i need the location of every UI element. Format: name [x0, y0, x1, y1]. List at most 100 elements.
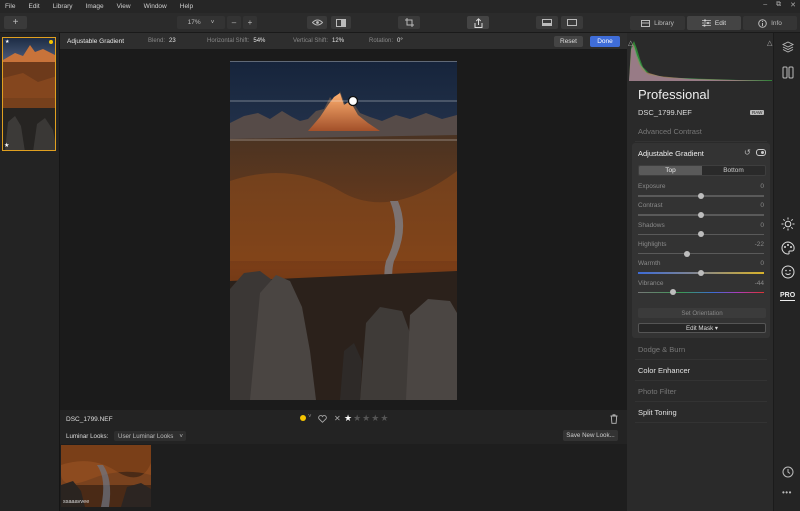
slider-handle[interactable]: [698, 212, 704, 218]
image-info-bar: DSC_1799.NEF ˅ ✕ ★★★★★: [60, 410, 627, 428]
rating-star-icon[interactable]: ★: [344, 413, 353, 423]
tab-info[interactable]: Info: [743, 16, 797, 30]
blend-field[interactable]: Blend: 23: [148, 38, 176, 44]
restore-button[interactable]: ⧉: [776, 1, 781, 9]
slider-contrast[interactable]: [638, 212, 764, 218]
menu-window[interactable]: Window: [144, 3, 167, 10]
look-thumbnail[interactable]: ssaaavvee: [61, 445, 151, 507]
reset-button[interactable]: Reset: [554, 36, 583, 47]
add-images-button[interactable]: +: [4, 16, 27, 29]
tab-edit-label: Edit: [714, 19, 727, 27]
share-button[interactable]: [467, 16, 489, 29]
edit-mask-button[interactable]: Edit Mask ▾: [638, 323, 766, 333]
slider-shadows[interactable]: [638, 231, 764, 238]
tab-bottom[interactable]: Bottom: [702, 166, 765, 175]
looks-category-select[interactable]: User Luminar Looks ˅: [114, 431, 186, 441]
palette-icon[interactable]: [781, 241, 795, 255]
menu-view[interactable]: View: [117, 3, 131, 10]
filter-split-toning[interactable]: Split Toning: [638, 408, 677, 417]
color-label-dot-icon[interactable]: [300, 415, 306, 421]
slider-value-highlights: -22: [754, 240, 764, 248]
save-new-look-button[interactable]: Save New Look...: [563, 430, 618, 441]
divider: [635, 380, 767, 381]
slider-handle[interactable]: [684, 250, 691, 257]
histogram: [629, 41, 772, 81]
filmstrip-thumbnail[interactable]: ★ ★: [2, 37, 56, 151]
workspace-title[interactable]: Professional: [638, 87, 710, 102]
vertical-shift-field[interactable]: Vertical Shift: 12%: [293, 38, 344, 44]
rotation-value: 0°: [397, 38, 403, 44]
history-icon[interactable]: [782, 466, 794, 478]
reject-icon[interactable]: ✕: [334, 414, 341, 423]
preview-button[interactable]: [307, 16, 327, 29]
highlight-clipping-icon[interactable]: △: [767, 39, 772, 47]
done-button[interactable]: Done: [590, 36, 620, 47]
zoom-select[interactable]: 17% ˅: [177, 16, 225, 29]
pro-badge[interactable]: PRO: [780, 292, 796, 301]
slider-highlights[interactable]: [638, 250, 764, 257]
slider-warmth[interactable]: [638, 269, 764, 276]
chevron-down-icon[interactable]: ˅: [308, 414, 312, 420]
tab-top[interactable]: Top: [639, 166, 702, 175]
filter-title[interactable]: Adjustable Gradient: [638, 149, 704, 158]
rating-star-icon[interactable]: ★: [380, 413, 389, 423]
slider-label-vibrance: Vibrance: [638, 279, 664, 287]
slider-vibrance[interactable]: [638, 289, 764, 296]
rating-star-icon[interactable]: ★: [371, 413, 380, 423]
crop-button[interactable]: [398, 16, 420, 29]
rating-star-icon[interactable]: ★: [353, 413, 362, 423]
shadow-clipping-icon[interactable]: △: [628, 39, 633, 47]
toggle-filter-icon[interactable]: [756, 149, 766, 156]
layers-icon[interactable]: [782, 41, 794, 53]
looks-bar: Luminar Looks: User Luminar Looks ˅ Save…: [60, 428, 627, 444]
rotation-field[interactable]: Rotation: 0°: [369, 38, 403, 44]
reset-filter-icon[interactable]: ↺: [744, 148, 751, 157]
filter-list: Dodge & Burn Color Enhancer Photo Filter…: [627, 340, 773, 430]
tab-edit[interactable]: Edit: [687, 16, 741, 30]
looks-strip: ssaaavvee: [60, 444, 627, 511]
sun-icon[interactable]: [781, 217, 795, 231]
slider-value-warmth: 0: [760, 260, 764, 268]
zoom-out-button[interactable]: –: [227, 16, 241, 29]
filter-dodge-burn[interactable]: Dodge & Burn: [638, 345, 685, 354]
heart-icon[interactable]: [318, 415, 327, 423]
chevron-down-icon: ˅: [179, 432, 183, 440]
rating-star-icon[interactable]: ★: [362, 413, 371, 423]
trash-icon[interactable]: [610, 414, 618, 424]
tab-library[interactable]: Library: [630, 16, 685, 30]
eye-icon: [311, 19, 323, 26]
star-rating[interactable]: ★★★★★: [344, 413, 389, 424]
photo-preview[interactable]: [230, 61, 457, 400]
single-view-icon: [542, 19, 552, 26]
compare-button[interactable]: [331, 16, 351, 29]
slider-handle[interactable]: [670, 289, 677, 296]
face-icon[interactable]: [781, 265, 795, 279]
filter-advanced-contrast[interactable]: Advanced Contrast: [638, 127, 702, 136]
horizontal-shift-field[interactable]: Horizontal Shift: 54%: [207, 38, 265, 44]
single-view-button[interactable]: [536, 16, 558, 29]
menu-edit[interactable]: Edit: [28, 3, 39, 10]
more-options-icon[interactable]: •••: [782, 488, 792, 497]
close-button[interactable]: ✕: [790, 1, 796, 9]
slider-handle[interactable]: [698, 269, 704, 276]
menu-image[interactable]: Image: [86, 3, 104, 10]
filter-color-enhancer[interactable]: Color Enhancer: [638, 366, 690, 375]
sliders-icon: [701, 19, 711, 27]
menu-file[interactable]: File: [5, 3, 15, 10]
set-orientation-button[interactable]: Set Orientation: [638, 308, 766, 318]
slider-handle[interactable]: [698, 192, 704, 199]
horizontal-shift-label: Horizontal Shift:: [207, 38, 250, 44]
filter-photo-filter[interactable]: Photo Filter: [638, 387, 676, 396]
canvas-icon[interactable]: [782, 66, 794, 79]
menu-library[interactable]: Library: [53, 3, 73, 10]
look-thumbnail-caption: ssaaavvee: [63, 499, 90, 505]
menu-bar: File Edit Library Image View Window Help: [0, 0, 800, 13]
minimize-button[interactable]: –: [763, 1, 767, 9]
toolbar: + 17% ˅ – + Library Edit Info: [0, 13, 800, 33]
slider-handle[interactable]: [698, 231, 704, 238]
slider-exposure[interactable]: [638, 192, 764, 199]
menu-help[interactable]: Help: [180, 3, 193, 10]
fullscreen-button[interactable]: [561, 16, 583, 29]
zoom-in-button[interactable]: +: [243, 16, 257, 29]
looks-category-value: User Luminar Looks: [118, 432, 174, 440]
